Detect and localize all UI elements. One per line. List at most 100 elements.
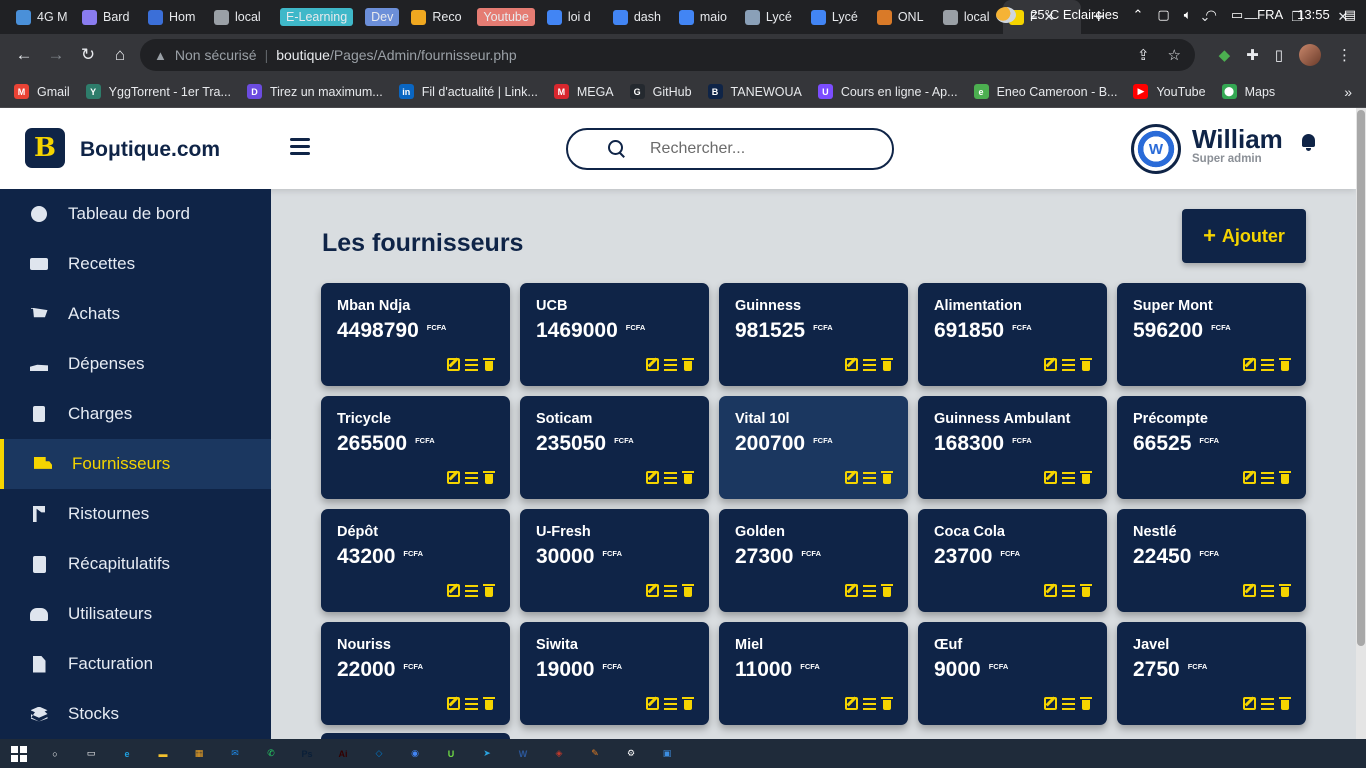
edit-icon[interactable]	[1243, 697, 1256, 710]
volume-icon[interactable]: 🔈︎	[1184, 7, 1192, 23]
list-icon[interactable]	[1062, 358, 1075, 371]
trash-icon[interactable]	[483, 697, 496, 710]
trash-icon[interactable]	[1080, 358, 1093, 371]
supplier-card[interactable]: Mban Ndja 4498790 FCFA	[321, 283, 510, 386]
bookmark-item[interactable]: U Cours en ligne - Ap...	[817, 84, 958, 99]
weather-text[interactable]: 25°C Eclaircies	[1030, 7, 1118, 22]
edit-icon[interactable]	[1044, 584, 1057, 597]
word-icon[interactable]: W	[514, 745, 532, 763]
list-icon[interactable]	[1062, 697, 1075, 710]
trash-icon[interactable]	[682, 697, 695, 710]
supplier-card[interactable]: Précompte 66525 FCFA	[1117, 396, 1306, 499]
edit-icon[interactable]	[447, 697, 460, 710]
menu-dots-icon[interactable]: ⋮	[1337, 46, 1352, 64]
store-icon[interactable]: ▦	[190, 745, 208, 763]
supplier-card[interactable]: Guinness Ambulant 168300 FCFA	[918, 396, 1107, 499]
explorer-icon[interactable]: ▬	[154, 745, 172, 763]
supplier-card[interactable]: Super Mont 596200 FCFA	[1117, 283, 1306, 386]
search-taskbar-icon[interactable]: ○	[46, 745, 64, 763]
edit-icon[interactable]	[1243, 584, 1256, 597]
trash-icon[interactable]	[1279, 697, 1292, 710]
back-button[interactable]: ←	[8, 45, 40, 65]
photoshop-icon[interactable]: Ps	[298, 745, 316, 763]
edit-icon[interactable]	[447, 471, 460, 484]
list-icon[interactable]	[863, 584, 876, 597]
mail-icon[interactable]: ✉	[226, 745, 244, 763]
profile-avatar[interactable]	[1299, 44, 1321, 66]
bookmark-item[interactable]: in Fil d'actualité | Link...	[398, 84, 538, 99]
user-name[interactable]: William	[1192, 124, 1283, 155]
bookmark-item[interactable]: Y YggTorrent - 1er Tra...	[85, 84, 231, 99]
upwork-icon[interactable]: U	[442, 745, 460, 763]
illustrator-icon[interactable]: Ai	[334, 745, 352, 763]
edit-icon[interactable]	[845, 358, 858, 371]
edit-icon[interactable]	[845, 471, 858, 484]
add-supplier-button[interactable]: + Ajouter	[1182, 209, 1306, 263]
user-avatar[interactable]: W	[1131, 124, 1181, 174]
sidepanel-icon[interactable]: ▯	[1275, 46, 1283, 64]
clock[interactable]: 13:55	[1297, 7, 1330, 22]
bookmark-item[interactable]: D Tirez un maximum...	[246, 84, 383, 99]
trash-icon[interactable]	[1080, 584, 1093, 597]
supplier-card[interactable]: Œuf 9000 FCFA	[918, 622, 1107, 725]
extension-icon[interactable]: ◆	[1219, 46, 1231, 64]
trash-icon[interactable]	[881, 471, 894, 484]
supplier-card[interactable]: Nouriss 22000 FCFA	[321, 622, 510, 725]
trash-icon[interactable]	[682, 584, 695, 597]
supplier-card[interactable]: Javel 2750 FCFA	[1117, 622, 1306, 725]
supplier-card[interactable]: Dépôt 43200 FCFA	[321, 509, 510, 612]
browser-tab[interactable]: local	[208, 0, 274, 34]
sidebar-item-branch[interactable]: Ristournes	[0, 489, 271, 539]
supplier-card[interactable]: Miel 11000 FCFA	[719, 622, 908, 725]
page-scrollbar[interactable]	[1356, 108, 1366, 739]
edit-icon[interactable]	[1044, 358, 1057, 371]
browser-tab[interactable]: Youtube	[471, 0, 540, 34]
puzzle-icon[interactable]: ✚	[1246, 46, 1259, 64]
trash-icon[interactable]	[1279, 358, 1292, 371]
home-button[interactable]: ⌂	[104, 45, 136, 65]
supplier-card[interactable]: Siwita 19000 FCFA	[520, 622, 709, 725]
game-icon[interactable]: ◈	[550, 745, 568, 763]
browser-tab[interactable]: Hom	[142, 0, 208, 34]
supplier-card[interactable]: Guinness 981525 FCFA	[719, 283, 908, 386]
list-icon[interactable]	[863, 697, 876, 710]
sidebar-item-users[interactable]: Utilisateurs	[0, 589, 271, 639]
edit-icon[interactable]	[1243, 358, 1256, 371]
chrome-icon[interactable]: ◉	[406, 745, 424, 763]
list-icon[interactable]	[1062, 584, 1075, 597]
supplier-card[interactable]: Tricycle 265500 FCFA	[321, 396, 510, 499]
sidebar-item-cash[interactable]: Recettes	[0, 239, 271, 289]
vscode-icon[interactable]: ◇	[370, 745, 388, 763]
sidebar-item-truck[interactable]: Fournisseurs	[0, 439, 271, 489]
edit-icon[interactable]	[646, 471, 659, 484]
supplier-card[interactable]: Nestlé 22450 FCFA	[1117, 509, 1306, 612]
logo-icon[interactable]: B	[25, 128, 65, 168]
supplier-card[interactable]: Golden 27300 FCFA	[719, 509, 908, 612]
edit-icon[interactable]	[646, 584, 659, 597]
settings-icon[interactable]: ⚙	[622, 745, 640, 763]
more-bookmarks-icon[interactable]: »	[1344, 84, 1352, 100]
list-icon[interactable]	[1261, 697, 1274, 710]
bookmark-item[interactable]: M Gmail	[14, 84, 70, 99]
list-icon[interactable]	[863, 358, 876, 371]
bookmark-item[interactable]: ▶ YouTube	[1133, 84, 1206, 99]
bookmark-star-icon[interactable]: ☆	[1168, 46, 1181, 64]
device-icon[interactable]: ▢	[1157, 7, 1169, 23]
trash-icon[interactable]	[881, 358, 894, 371]
bookmark-item[interactable]: G GitHub	[629, 84, 692, 99]
trash-icon[interactable]	[682, 358, 695, 371]
browser-tab[interactable]: Dev	[359, 0, 405, 34]
edge-icon[interactable]: e	[118, 745, 136, 763]
supplier-card[interactable]: UCB 1469000 FCFA	[520, 283, 709, 386]
sidebar-item-cart[interactable]: Achats	[0, 289, 271, 339]
list-icon[interactable]	[465, 471, 478, 484]
list-icon[interactable]	[465, 358, 478, 371]
list-icon[interactable]	[1261, 358, 1274, 371]
trash-icon[interactable]	[1279, 584, 1292, 597]
sidebar-item-clipboard[interactable]: Récapitulatifs	[0, 539, 271, 589]
trash-icon[interactable]	[1279, 471, 1292, 484]
url-field[interactable]: ▲ Non sécurisé | boutique /Pages/Admin/f…	[140, 39, 1195, 71]
trash-icon[interactable]	[682, 471, 695, 484]
browser-tab[interactable]: dash	[607, 0, 673, 34]
windows-start-icon[interactable]	[10, 745, 28, 763]
